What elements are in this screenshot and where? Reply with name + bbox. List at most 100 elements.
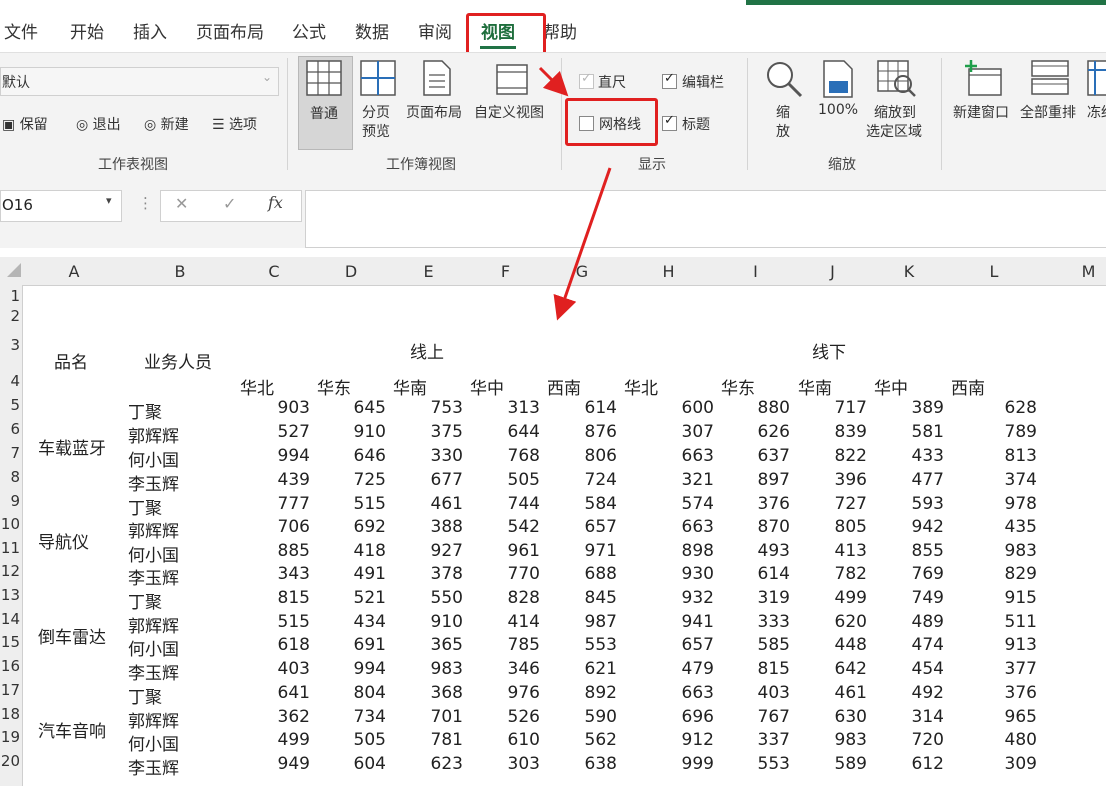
magnifier-icon <box>767 62 803 98</box>
custom-view-label[interactable]: 自定义视图 <box>474 102 544 122</box>
title-accent <box>746 0 1106 5</box>
tab-formulas[interactable]: 公式 <box>292 18 326 43</box>
eye-new-icon: ◎ <box>144 117 157 133</box>
zoom-100-label[interactable]: 100% <box>818 102 858 118</box>
zoom-selection-label-1[interactable]: 缩放到 <box>874 102 916 122</box>
sales-value-cell: 696 <box>681 707 714 727</box>
page-layout-label[interactable]: 页面布局 <box>406 102 462 122</box>
sales-value-cell: 999 <box>681 754 714 774</box>
salesperson-name: 郭辉辉 <box>128 522 179 542</box>
show-group-label: 显示 <box>638 157 666 173</box>
column-header-c[interactable]: C <box>236 262 312 281</box>
tab-home[interactable]: 开始 <box>70 18 104 43</box>
keep-view-button[interactable]: ▣ 保留 <box>2 114 48 134</box>
column-header-b[interactable]: B <box>124 262 236 281</box>
sales-value-cell: 368 <box>430 683 463 703</box>
zoom-label-1[interactable]: 缩 <box>776 102 790 122</box>
sales-value-cell: 489 <box>911 612 944 632</box>
row-header-17[interactable]: 17 <box>0 681 20 699</box>
sales-value-cell: 822 <box>834 446 867 466</box>
sales-value-cell: 389 <box>911 398 944 418</box>
column-header-l[interactable]: L <box>947 262 1041 281</box>
freeze-panes-label[interactable]: 冻结 <box>1087 102 1106 122</box>
tab-review[interactable]: 审阅 <box>418 18 452 43</box>
name-box-value: O16 <box>2 196 33 214</box>
sheet-view-group-label: 工作表视图 <box>98 157 168 173</box>
new-window-label[interactable]: 新建窗口 <box>953 102 1009 122</box>
row-header-16[interactable]: 16 <box>0 657 20 675</box>
view-options-button[interactable]: ☰ 选项 <box>212 114 257 134</box>
sales-value-cell: 313 <box>507 398 540 418</box>
column-header-f[interactable]: F <box>467 262 544 281</box>
sheet-view-value: 默认 <box>2 75 30 91</box>
column-header-k[interactable]: K <box>871 262 947 281</box>
new-view-button[interactable]: ◎ 新建 <box>144 114 189 134</box>
header-offline: 线下 <box>812 343 846 363</box>
row-header-11[interactable]: 11 <box>0 539 20 557</box>
sales-value-cell: 898 <box>681 541 714 561</box>
sales-value-cell: 987 <box>584 612 617 632</box>
column-header-g[interactable]: G <box>544 262 620 281</box>
exit-view-button[interactable]: ◎ 退出 <box>76 114 121 134</box>
column-header-d[interactable]: D <box>312 262 390 281</box>
salesperson-name: 李玉辉 <box>128 569 179 589</box>
sales-value-cell: 813 <box>1004 446 1037 466</box>
tab-data[interactable]: 数据 <box>355 18 389 43</box>
column-header-h[interactable]: H <box>620 262 717 281</box>
sales-value-cell: 515 <box>353 494 386 514</box>
sales-value-cell: 701 <box>430 707 463 727</box>
headings-checkbox[interactable] <box>662 113 677 131</box>
ruler-checkbox[interactable] <box>579 71 594 89</box>
sales-value-cell: 749 <box>911 588 944 608</box>
row-header-12[interactable]: 12 <box>0 562 20 580</box>
confirm-entry-icon[interactable]: ✓ <box>223 194 236 213</box>
normal-view-label: 普通 <box>310 106 338 122</box>
formula-input[interactable] <box>305 190 1106 248</box>
sales-value-cell: 983 <box>430 659 463 679</box>
sales-value-cell: 965 <box>1004 707 1037 727</box>
sales-value-cell: 638 <box>584 754 617 774</box>
column-header-j[interactable]: J <box>794 262 871 281</box>
page-break-label-1[interactable]: 分页 <box>362 102 390 122</box>
column-header-i[interactable]: I <box>717 262 794 281</box>
page-break-label-2[interactable]: 预览 <box>362 121 390 141</box>
row-header-14[interactable]: 14 <box>0 610 20 628</box>
tab-page-layout[interactable]: 页面布局 <box>196 18 264 43</box>
row-header-2[interactable]: 2 <box>0 307 20 325</box>
column-header-a[interactable]: A <box>24 262 124 281</box>
row-header-6[interactable]: 6 <box>0 420 20 438</box>
name-box-chevron-icon[interactable]: ▾ <box>106 194 112 207</box>
sales-value-cell: 930 <box>681 564 714 584</box>
row-header-18[interactable]: 18 <box>0 705 20 723</box>
insert-function-icon[interactable]: fx <box>268 193 283 212</box>
formula-bar-checkbox[interactable] <box>662 71 677 89</box>
column-header-m[interactable]: M <box>1041 262 1106 281</box>
sales-value-cell: 604 <box>353 754 386 774</box>
row-header-7[interactable]: 7 <box>0 444 20 462</box>
row-header-20[interactable]: 20 <box>0 752 20 770</box>
row-header-13[interactable]: 13 <box>0 586 20 604</box>
row-header-19[interactable]: 19 <box>0 728 20 746</box>
row-header-1[interactable]: 1 <box>0 287 20 305</box>
zoom-label-2[interactable]: 放 <box>776 121 790 141</box>
select-all-icon[interactable] <box>6 262 22 278</box>
sales-value-cell: 612 <box>911 754 944 774</box>
row-header-10[interactable]: 10 <box>0 515 20 533</box>
row-header-3[interactable]: 3 <box>0 336 20 354</box>
row-header-9[interactable]: 9 <box>0 492 20 510</box>
row-header-8[interactable]: 8 <box>0 468 20 486</box>
arrange-all-label[interactable]: 全部重排 <box>1020 102 1076 122</box>
column-header-e[interactable]: E <box>390 262 467 281</box>
row-header-15[interactable]: 15 <box>0 633 20 651</box>
tab-help[interactable]: 帮助 <box>543 18 577 43</box>
row-header-4[interactable]: 4 <box>0 372 20 390</box>
zoom-selection-label-2[interactable]: 选定区域 <box>866 121 922 141</box>
salesperson-name: 郭辉辉 <box>128 617 179 637</box>
tab-file[interactable]: 文件 <box>4 18 38 43</box>
sales-value-cell: 932 <box>681 588 714 608</box>
sales-value-cell: 526 <box>507 707 540 727</box>
cancel-entry-icon[interactable]: ✕ <box>175 194 188 213</box>
tab-insert[interactable]: 插入 <box>133 18 167 43</box>
row-header-5[interactable]: 5 <box>0 396 20 414</box>
sheet-view-dropdown[interactable] <box>0 67 279 96</box>
